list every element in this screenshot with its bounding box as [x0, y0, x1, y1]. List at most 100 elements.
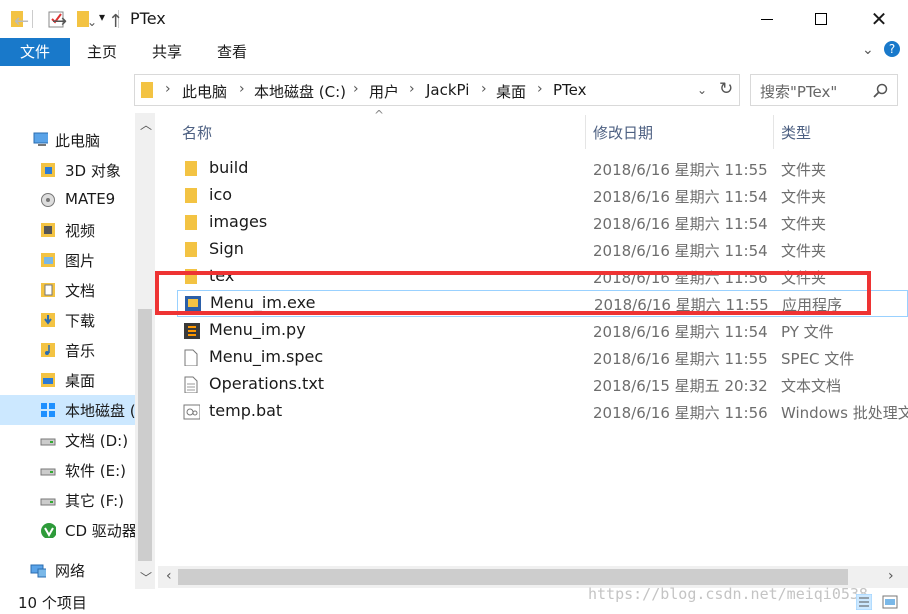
breadcrumb-item[interactable]: PTex — [553, 81, 587, 99]
details-view-icon[interactable] — [856, 594, 872, 610]
watermark: https://blog.csdn.net/meiqi0538 — [588, 585, 868, 603]
drive-icon — [40, 468, 56, 476]
file-row[interactable]: Operations.txt 2018/6/15 星期五 20:32 文本文档 — [177, 371, 908, 398]
file-date: 2018/6/16 星期六 11:54 — [593, 242, 768, 260]
column-divider[interactable] — [585, 115, 586, 149]
recent-locations-chevron-icon[interactable]: ⌄ — [87, 12, 97, 32]
refresh-icon[interactable]: ↻ — [719, 79, 733, 99]
sidebar-item-videos[interactable]: 视频 — [0, 215, 135, 245]
sort-arrow-icon: ^ — [374, 108, 385, 122]
sidebar-item-downloads[interactable]: 下载 — [0, 305, 135, 335]
sidebar-item-mate9[interactable]: MATE9 — [0, 185, 135, 215]
file-row[interactable]: Sign 2018/6/16 星期六 11:54 文件夹 — [177, 236, 908, 263]
file-date: 2018/6/16 星期六 11:55 — [593, 350, 768, 368]
search-icon[interactable] — [873, 83, 888, 98]
downloads-folder-icon — [41, 313, 55, 327]
window-title: PTex — [130, 9, 166, 28]
file-row[interactable]: Menu_im.spec 2018/6/16 星期六 11:55 SPEC 文件 — [177, 344, 908, 371]
chevron-right-icon: › — [537, 81, 543, 97]
scroll-right-arrow-icon[interactable]: › — [888, 568, 894, 584]
sidebar-item-label: 3D 对象 — [65, 162, 121, 180]
local-disk-icon — [41, 403, 55, 417]
back-arrow-icon[interactable]: ← — [14, 12, 29, 32]
documents-folder-icon — [41, 283, 55, 297]
sidebar-item-pictures[interactable]: 图片 — [0, 245, 135, 275]
file-row[interactable]: build 2018/6/16 星期六 11:55 文件夹 — [177, 155, 908, 182]
chevron-right-icon: › — [481, 81, 487, 97]
sidebar-item-music[interactable]: 音乐 — [0, 335, 135, 365]
file-row[interactable]: images 2018/6/16 星期六 11:54 文件夹 — [177, 209, 908, 236]
chevron-down-icon[interactable]: ⌄ — [862, 42, 874, 58]
column-divider[interactable] — [773, 115, 774, 149]
file-name: build — [209, 158, 249, 177]
minimize-button[interactable] — [740, 0, 794, 38]
column-header-type[interactable]: 类型 — [781, 122, 811, 143]
breadcrumb-item[interactable]: 用户 — [369, 81, 399, 102]
folder-icon — [185, 161, 197, 176]
file-row[interactable]: temp.bat 2018/6/16 星期六 11:56 Windows 批处理… — [177, 398, 908, 425]
scrollbar-thumb[interactable] — [138, 309, 152, 561]
sidebar-item-label: 其它 (F:) — [65, 492, 124, 510]
forward-arrow-icon[interactable]: → — [52, 12, 67, 32]
sidebar-item-label: 视频 — [65, 222, 96, 240]
breadcrumb-item[interactable]: 本地磁盘 (C:) — [254, 81, 346, 102]
sidebar-item-3d-objects[interactable]: 3D 对象 — [0, 155, 135, 185]
close-button[interactable]: ✕ — [852, 0, 906, 38]
folder-icon — [141, 82, 153, 98]
sidebar-item-drive-f[interactable]: 其它 (F:) — [0, 485, 135, 515]
phone-icon — [41, 193, 55, 207]
help-icon[interactable]: ? — [884, 41, 900, 57]
sidebar-item-label: 文档 (D:) — [65, 432, 129, 450]
sidebar-item-local-disk-c[interactable]: 本地磁盘 ( — [0, 395, 136, 425]
scroll-up-arrow-icon[interactable]: ︿ — [140, 116, 152, 133]
file-row[interactable]: ico 2018/6/16 星期六 11:54 文件夹 — [177, 182, 908, 209]
file-name: Menu_im.spec — [209, 347, 324, 366]
sidebar-item-drive-e[interactable]: 软件 (E:) — [0, 455, 135, 485]
chevron-down-icon[interactable]: ▾ — [99, 10, 105, 24]
tab-file[interactable]: 文件 — [0, 38, 70, 66]
breadcrumb-item[interactable]: 桌面 — [496, 81, 526, 102]
scrollbar-thumb[interactable] — [178, 569, 848, 585]
breadcrumb-item[interactable]: 此电脑 — [182, 81, 227, 102]
up-arrow-icon[interactable]: ↑ — [108, 12, 123, 32]
column-header-date[interactable]: 修改日期 — [593, 122, 653, 143]
sidebar-item-label: MATE9 — [65, 190, 116, 208]
chevron-right-icon: › — [165, 81, 171, 97]
chevron-down-icon[interactable]: ⌄ — [697, 83, 707, 97]
large-icons-view-icon[interactable] — [882, 594, 898, 610]
sidebar-item-label: 桌面 — [65, 372, 96, 390]
sidebar-item-label: CD 驱动器 — [65, 522, 137, 540]
column-header-name[interactable]: 名称 — [182, 122, 212, 143]
address-bar[interactable]: › 此电脑 › 本地磁盘 (C:) › 用户 › JackPi › 桌面 › P… — [134, 74, 740, 106]
tab-view[interactable]: 查看 — [210, 38, 254, 66]
search-input[interactable]: 搜索"PTex" — [760, 81, 837, 102]
scroll-left-arrow-icon[interactable]: ‹ — [166, 568, 172, 584]
breadcrumb-item[interactable]: JackPi — [426, 81, 469, 99]
sidebar-scrollbar[interactable]: ︿ ﹀ — [135, 113, 155, 589]
sidebar-item-network[interactable]: 网络 — [0, 555, 135, 585]
file-name: ico — [209, 185, 233, 204]
file-name: images — [209, 212, 268, 231]
sidebar-item-cd-drive[interactable]: CD 驱动器 — [0, 515, 137, 545]
video-folder-icon — [41, 223, 55, 237]
sidebar-item-label: 软件 (E:) — [65, 462, 127, 480]
sidebar-item-drive-d[interactable]: 文档 (D:) — [0, 425, 135, 455]
drive-icon — [40, 498, 56, 506]
text-file-icon — [184, 376, 198, 393]
tab-share[interactable]: 共享 — [145, 38, 189, 66]
batch-file-icon — [183, 404, 200, 420]
file-row[interactable]: Menu_im.py 2018/6/16 星期六 11:54 PY 文件 — [177, 317, 908, 344]
sidebar-item-this-pc[interactable]: 此电脑 — [0, 125, 135, 155]
sidebar-item-desktop[interactable]: 桌面 — [0, 365, 135, 395]
scroll-down-arrow-icon[interactable]: ﹀ — [140, 569, 152, 586]
file-date: 2018/6/16 星期六 11:55 — [593, 161, 768, 179]
file-date: 2018/6/15 星期五 20:32 — [593, 377, 768, 395]
search-box[interactable]: 搜索"PTex" — [750, 74, 898, 106]
maximize-button[interactable] — [794, 0, 848, 38]
computer-icon — [33, 132, 48, 146]
tab-home[interactable]: 主页 — [80, 38, 124, 66]
sidebar-item-documents[interactable]: 文档 — [0, 275, 135, 305]
sidebar-item-label: 图片 — [65, 252, 96, 270]
folder-icon — [185, 242, 197, 257]
file-type: 文件夹 — [781, 242, 827, 260]
